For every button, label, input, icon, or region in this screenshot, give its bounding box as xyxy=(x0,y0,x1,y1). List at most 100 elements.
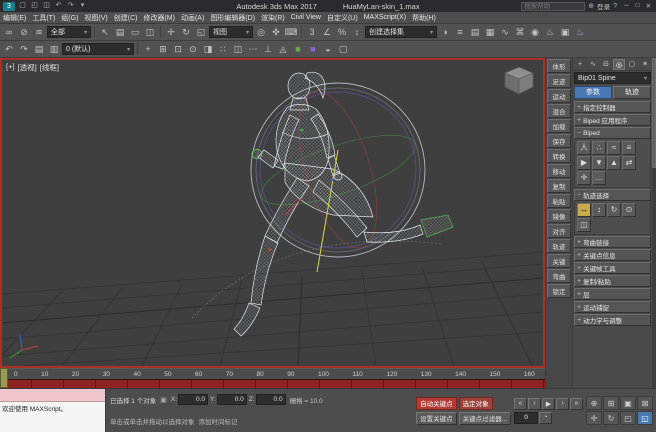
track-bar[interactable] xyxy=(0,379,545,388)
infocenter-search-input[interactable] xyxy=(521,2,585,11)
material-editor-icon[interactable]: ◉ xyxy=(528,25,542,39)
rollout-keyframing-tools[interactable]: 关键帧工具 xyxy=(574,262,651,274)
lock-com-keying-button[interactable]: ⊙ xyxy=(622,203,636,217)
rollout-header-biped[interactable]: Biped xyxy=(574,127,651,139)
menu-item[interactable]: 创建(C) xyxy=(111,13,141,23)
curve-editor-icon[interactable]: ∿ xyxy=(498,25,512,39)
window-button[interactable]: □ xyxy=(633,2,642,10)
workspace-dropdown-icon[interactable]: ▾ xyxy=(77,1,88,11)
rollout-motion-capture[interactable]: 运动捕捉 xyxy=(574,301,651,313)
auto-key-button[interactable]: 自动关键点 xyxy=(416,397,457,410)
layer-dropdown[interactable]: 0 (默认) xyxy=(62,43,134,55)
graphite-ribbon-icon[interactable]: ▦ xyxy=(483,25,497,39)
angle-snap-icon[interactable]: ∠ xyxy=(320,25,334,39)
rendered-frame-window-icon[interactable]: ▣ xyxy=(558,25,572,39)
layer-manager-icon[interactable]: ▤ xyxy=(468,25,482,39)
sign-in-link[interactable]: 登录 xyxy=(597,1,610,11)
utilities-tab[interactable]: ✶ xyxy=(639,59,651,70)
go-to-start-button[interactable]: « xyxy=(514,398,527,410)
set-current-layer-icon[interactable]: ⊙ xyxy=(186,42,200,56)
select-and-manipulate-icon[interactable]: ✜ xyxy=(269,25,283,39)
zoom-all-icon[interactable]: ⊞ xyxy=(603,396,619,410)
maximize-viewport-icon[interactable]: ◱ xyxy=(637,411,653,425)
create-new-layer-icon[interactable]: + xyxy=(141,42,155,56)
named-selection-sets-dropdown[interactable]: 创建选择集 xyxy=(365,26,437,38)
unlink-selection-icon[interactable]: ⊘ xyxy=(17,25,31,39)
window-button[interactable]: ✕ xyxy=(644,2,653,10)
mirror-tool-icon[interactable]: ◨ xyxy=(201,42,215,56)
trajectories-mode-button[interactable]: 轨迹 xyxy=(613,86,651,99)
modify-tab[interactable]: ∿ xyxy=(587,59,599,70)
motion-tool-button[interactable]: 运动 xyxy=(547,89,571,103)
redo-icon[interactable]: ↷ xyxy=(65,1,76,11)
schematic-view-icon[interactable]: ⌘ xyxy=(513,25,527,39)
orbit-icon[interactable]: ↻ xyxy=(603,411,619,425)
help-icon[interactable]: ? xyxy=(613,3,617,10)
rollout-key-info[interactable]: 关键点信息 xyxy=(574,249,651,261)
isolate-selection-icon[interactable]: ◒ xyxy=(321,42,335,56)
add-to-layer-icon[interactable]: ⊞ xyxy=(156,42,170,56)
body-rotation-button[interactable]: ↻ xyxy=(607,203,621,217)
normal-align-icon[interactable]: ⊥ xyxy=(261,42,275,56)
set-key-button[interactable]: 设置关键点 xyxy=(416,412,457,425)
open-file-icon[interactable]: ◰ xyxy=(29,1,40,11)
perspective-viewport[interactable]: [+] [透视] [线框] xyxy=(0,58,545,368)
camera-align-icon[interactable]: ◬ xyxy=(276,42,290,56)
coordinate-field[interactable]: X:0.0 xyxy=(171,394,208,405)
menu-item[interactable]: 组(G) xyxy=(58,13,81,23)
view-cube[interactable] xyxy=(503,64,535,96)
manage-layers-icon[interactable]: ▥ xyxy=(47,42,61,56)
time-tag-label[interactable]: 添加时间标记 xyxy=(199,416,238,426)
move-all-mode-button[interactable]: ✛ xyxy=(577,171,591,185)
spinner-snap-icon[interactable]: ↕ xyxy=(350,25,364,39)
listener-line[interactable]: 欢迎使用 MAXScript。 xyxy=(0,402,105,432)
window-button[interactable]: ─ xyxy=(622,2,631,10)
select-and-move-icon[interactable]: ✛ xyxy=(164,25,178,39)
load-file-button[interactable]: ▼ xyxy=(592,156,606,170)
body-vertical-button[interactable]: ↕ xyxy=(592,203,606,217)
mixer-mode-button[interactable]: ≡ xyxy=(622,141,636,155)
menu-item[interactable]: Civil View xyxy=(288,14,324,21)
align-icon[interactable]: ≡ xyxy=(453,25,467,39)
select-and-link-icon[interactable]: ∞ xyxy=(2,25,16,39)
footstep-tool-button[interactable]: 足迹 xyxy=(547,74,571,88)
percent-snap-icon[interactable]: % xyxy=(335,25,349,39)
zoom-icon[interactable]: ⊕ xyxy=(586,396,602,410)
key-tool-button[interactable]: 关键 xyxy=(547,254,571,268)
selected-filter-dropdown[interactable]: 选定对象 xyxy=(459,397,493,410)
render-setup-icon[interactable]: ♨ xyxy=(543,25,557,39)
move-tool-button[interactable]: 移动 xyxy=(547,164,571,178)
lock-tool-button[interactable]: 锁定 xyxy=(547,284,571,298)
max-logo-icon[interactable]: 3 xyxy=(3,2,15,11)
save-tool-button[interactable]: 保存 xyxy=(547,134,571,148)
object-name-dropdown[interactable]: Bip01 Spine xyxy=(574,72,651,84)
undo-scene-icon[interactable]: ↶ xyxy=(2,42,16,56)
state-set-purple-icon[interactable]: ■ xyxy=(306,42,320,56)
window-crossing-icon[interactable]: ◫ xyxy=(143,25,157,39)
key-filters-button[interactable]: 关键点过滤器... xyxy=(459,412,511,425)
search-icon[interactable]: ⊕ xyxy=(588,2,594,10)
macro-recorder-line[interactable] xyxy=(0,389,105,402)
time-configuration-button[interactable]: ◔ xyxy=(539,412,552,424)
coordinate-field[interactable]: Z:0.0 xyxy=(249,394,286,405)
next-frame-button[interactable]: › xyxy=(556,398,569,410)
motion-tab[interactable]: ◎ xyxy=(613,59,625,70)
spacing-tool-icon[interactable]: ⋯ xyxy=(246,42,260,56)
menu-item[interactable]: 动画(A) xyxy=(178,13,207,23)
parameters-mode-button[interactable]: 参数 xyxy=(574,86,612,99)
previous-frame-button[interactable]: ‹ xyxy=(528,398,541,410)
trajectory-tool-button[interactable]: 轨迹 xyxy=(547,239,571,253)
create-tab[interactable]: + xyxy=(574,59,586,70)
current-frame-field[interactable]: 0 xyxy=(514,412,538,424)
menu-item[interactable]: 编辑(E) xyxy=(0,13,29,23)
menu-item[interactable]: 视图(V) xyxy=(81,13,110,23)
figure-tool-button[interactable]: 体形 xyxy=(547,59,571,73)
mirror-tool-button[interactable]: 镜像 xyxy=(547,209,571,223)
body-horizontal-button[interactable]: ↔ xyxy=(577,203,591,217)
scene-canvas[interactable] xyxy=(2,60,543,366)
rollout-copy-paste[interactable]: 复制/粘贴 xyxy=(574,275,651,287)
select-by-name-icon[interactable]: ▤ xyxy=(113,25,127,39)
array-tool-icon[interactable]: ∷ xyxy=(216,42,230,56)
rollout-dynamics[interactable]: 动力学与调整 xyxy=(574,314,651,326)
menu-item[interactable]: MAXScript(X) xyxy=(361,14,409,21)
